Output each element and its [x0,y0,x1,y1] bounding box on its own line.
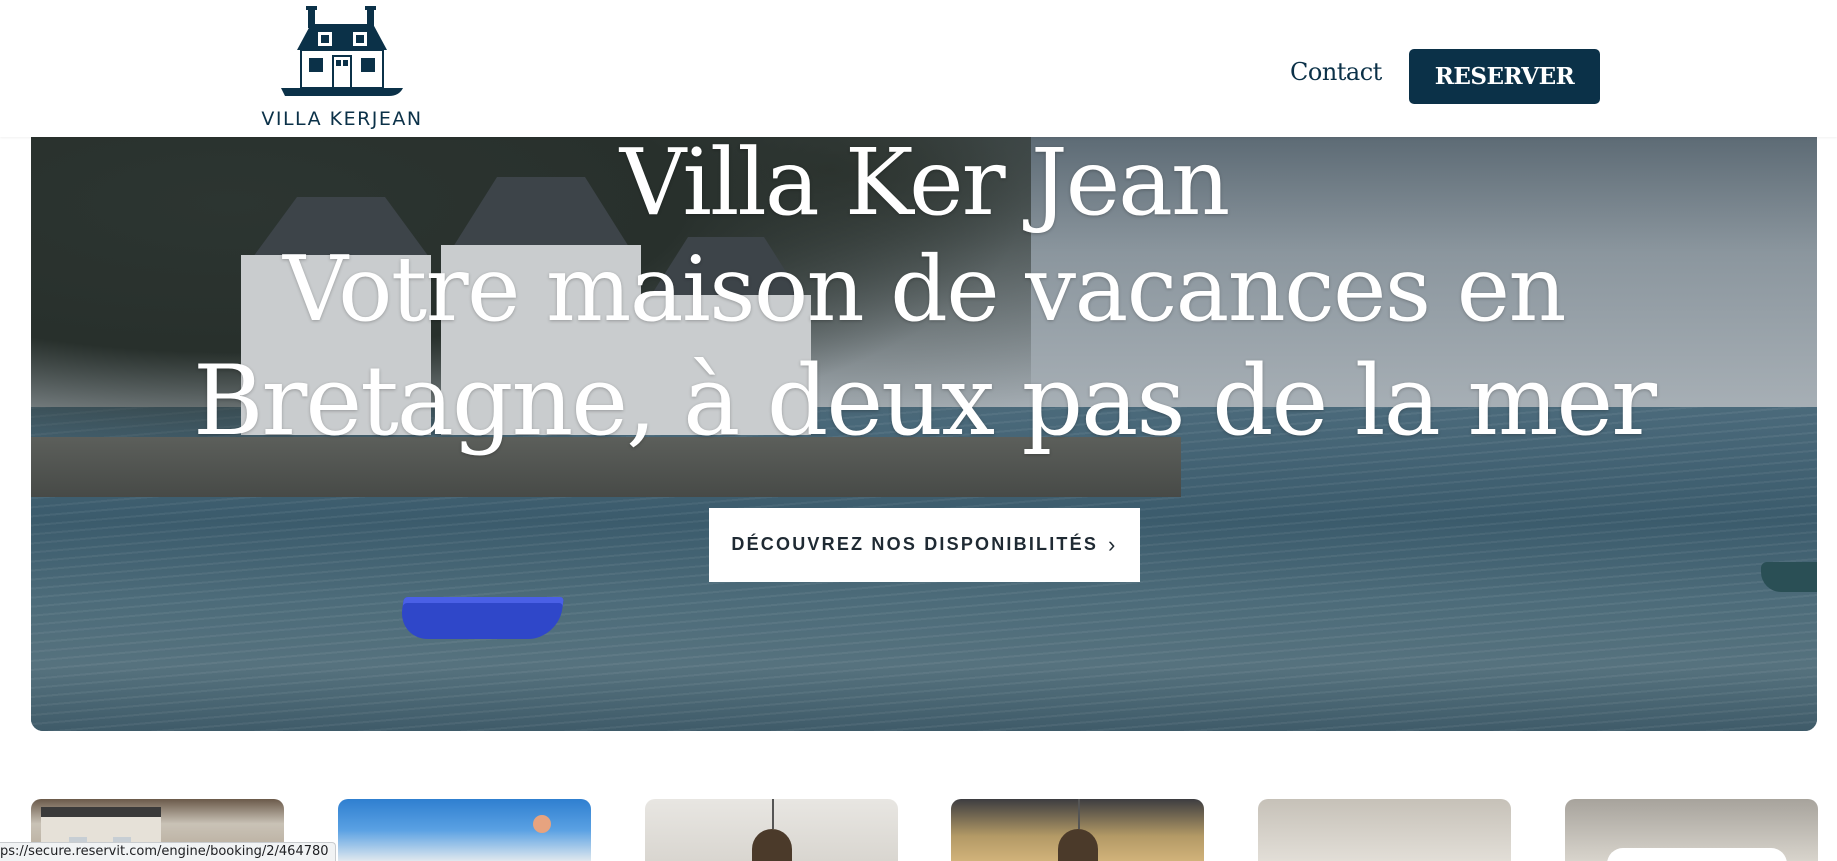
hero-banner: Villa Ker Jean Votre maison de vacances … [31,137,1817,731]
chat-widget-corner[interactable] [1607,848,1787,861]
gallery-thumb-interior[interactable] [645,799,898,861]
chevron-right-icon: › [1108,532,1118,557]
green-boat [1761,562,1817,592]
blue-boat [398,597,564,639]
gallery-thumb-interior-warm[interactable] [951,799,1204,861]
hero-title-line2: Votre maison de vacances en [283,237,1566,342]
browser-status-url: ps://secure.reservit.com/engine/booking/… [0,842,336,861]
villa-kerjean-logo[interactable]: VILLA KERJEAN [261,4,423,130]
contact-link[interactable]: Contact [1290,58,1382,86]
hero-title-line3: Bretagne, à deux pas de la mer [192,345,1657,457]
lamp-image [1057,829,1098,861]
lamp-image [751,829,792,861]
hero-title-line1: Villa Ker Jean [619,137,1231,236]
site-header: VILLA KERJEAN Contact RESERVER [0,0,1837,137]
gallery-thumb-room[interactable] [1258,799,1511,861]
discover-availability-label: DÉCOUVREZ NOS DISPONIBILITÉS [731,534,1099,554]
gallery-thumb-sky[interactable] [338,799,591,861]
discover-availability-button[interactable]: DÉCOUVREZ NOS DISPONIBILITÉS › [709,508,1140,582]
reserve-button[interactable]: RESERVER [1409,49,1600,104]
house-logo-icon [281,6,403,96]
logo-text: VILLA KERJEAN [261,108,423,130]
flower-image [533,815,551,833]
